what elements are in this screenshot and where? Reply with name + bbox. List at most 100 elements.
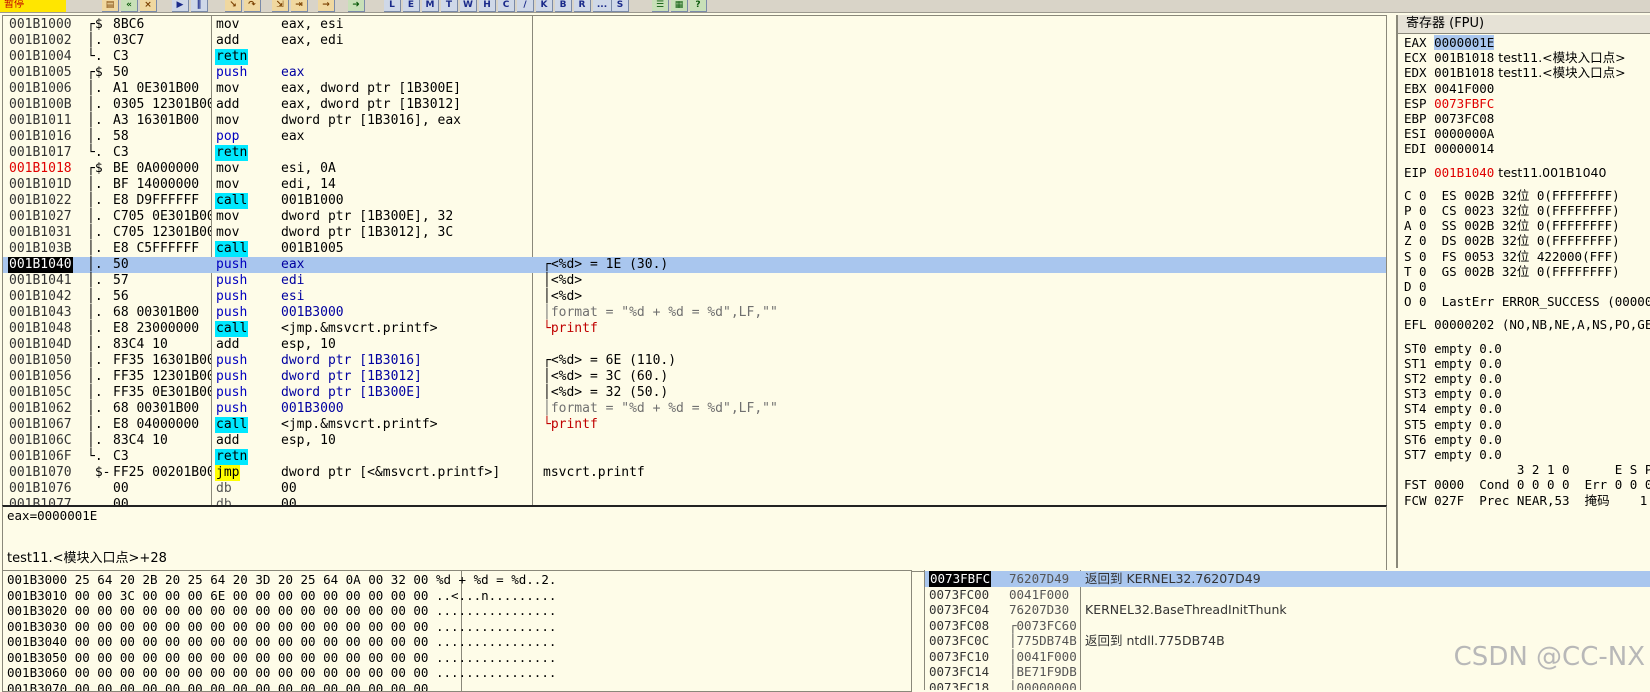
disasm-row[interactable]: 001B1000┌$8BC6moveax, esi: [3, 17, 1386, 33]
register-line[interactable]: A 0 SS 002B 32位 0(FFFFFFFF): [1404, 218, 1620, 234]
disasm-row[interactable]: 001B1070 $-FF25 00201B00jmpdword ptr [<&…: [3, 465, 1386, 481]
view-button-0[interactable]: L: [384, 0, 401, 12]
execute-till-return-icon[interactable]: →: [318, 0, 335, 12]
disasm-row[interactable]: 001B1042│.56pushesi│<%d>: [3, 289, 1386, 305]
view-button-12[interactable]: S: [612, 0, 629, 12]
disasm-row[interactable]: 001B1004└.C3retn: [3, 49, 1386, 65]
register-line[interactable]: ST2 empty 0.0: [1404, 371, 1502, 387]
view-button-6[interactable]: C: [498, 0, 515, 12]
dump-row[interactable]: 001B3020 00 00 00 00 00 00 00 00 00 00 0…: [7, 603, 556, 619]
disasm-row[interactable]: 001B1048│.E8 23000000call<jmp.&msvcrt.pr…: [3, 321, 1386, 337]
view-button-7[interactable]: /: [517, 0, 534, 12]
disasm-row[interactable]: 001B100B│.0305 12301B00addeax, dword ptr…: [3, 97, 1386, 113]
dump-row[interactable]: 001B3000 25 64 20 2B 20 25 64 20 3D 20 2…: [7, 572, 556, 588]
close-icon[interactable]: ×: [140, 0, 157, 12]
disasm-row[interactable]: 001B103B│.E8 C5FFFFFFcall001B1005: [3, 241, 1386, 257]
disasm-row[interactable]: 001B105C│.FF35 0E301B00pushdword ptr [1B…: [3, 385, 1386, 401]
list-icon[interactable]: ☰: [652, 0, 669, 12]
stack-row[interactable]: 0073FC000041F000: [925, 587, 1650, 603]
goto-icon[interactable]: ➜: [348, 0, 365, 12]
dump-row[interactable]: 001B3050 00 00 00 00 00 00 00 00 00 00 0…: [7, 650, 556, 666]
step-into-icon[interactable]: ↘: [225, 0, 242, 12]
register-line[interactable]: ST4 empty 0.0: [1404, 401, 1502, 417]
disasm-row[interactable]: 001B107600db00: [3, 481, 1386, 497]
disasm-row[interactable]: 001B1016│.58popeax: [3, 129, 1386, 145]
register-line[interactable]: D 0: [1404, 279, 1427, 295]
registers-pane[interactable]: 寄存器 (FPU) EAX 0000001EECX 001B1018 test1…: [1396, 15, 1650, 568]
disasm-row[interactable]: 001B1056│.FF35 12301B00pushdword ptr [1B…: [3, 369, 1386, 385]
register-line[interactable]: P 0 CS 0023 32位 0(FFFFFFFF): [1404, 203, 1620, 219]
disasm-row[interactable]: 001B1027│.C705 0E301B00movdword ptr [1B3…: [3, 209, 1386, 225]
register-line[interactable]: EDX 001B1018 test11.<模块入口点>: [1404, 65, 1626, 81]
register-line[interactable]: FST 0000 Cond 0 0 0 0 Err 0 0 0 0 0 0 0 …: [1404, 477, 1650, 493]
run-icon[interactable]: ▶: [172, 0, 189, 12]
dump-row[interactable]: 001B3030 00 00 00 00 00 00 00 00 00 00 0…: [7, 619, 556, 635]
disassembly-pane[interactable]: 001B1000┌$8BC6moveax, esi001B1002│.03C7a…: [2, 15, 1387, 506]
disasm-row[interactable]: 001B101D│.BF 14000000movedi, 14: [3, 177, 1386, 193]
register-line[interactable]: ESP 0073FBFC: [1404, 96, 1494, 112]
register-line[interactable]: EBP 0073FC08: [1404, 111, 1494, 127]
disasm-row[interactable]: 001B1040│.50pusheax┌<%d> = 1E (30.): [3, 257, 1386, 273]
view-button-11[interactable]: ...: [593, 0, 612, 12]
register-line[interactable]: EDI 00000014: [1404, 141, 1494, 157]
restart-icon[interactable]: «: [121, 0, 138, 12]
stack-row[interactable]: 0073FC18│00000000: [925, 680, 1650, 691]
register-line[interactable]: EAX 0000001E: [1404, 35, 1494, 51]
view-button-4[interactable]: W: [460, 0, 477, 12]
pause-icon[interactable]: ∥: [191, 0, 208, 12]
register-line[interactable]: ST6 empty 0.0: [1404, 432, 1502, 448]
stack-row[interactable]: 0073FC08┌0073FC60: [925, 618, 1650, 634]
disasm-row[interactable]: 001B106C│.83C4 10addesp, 10: [3, 433, 1386, 449]
disasm-row[interactable]: 001B1002│.03C7addeax, edi: [3, 33, 1386, 49]
disasm-row[interactable]: 001B104D│.83C4 10addesp, 10: [3, 337, 1386, 353]
register-line[interactable]: ST7 empty 0.0: [1404, 447, 1502, 463]
register-line[interactable]: 3 2 1 0 E S P U O Z D I: [1404, 462, 1650, 478]
disasm-row[interactable]: 001B1022│.E8 D9FFFFFFcall001B1000: [3, 193, 1386, 209]
disasm-row[interactable]: 001B1062│.68 00301B00push001B3000│format…: [3, 401, 1386, 417]
view-button-1[interactable]: E: [403, 0, 420, 12]
stack-row[interactable]: 0073FBFC76207D49返回到 KERNEL32.76207D49: [925, 571, 1650, 587]
open-icon[interactable]: ▤: [102, 0, 119, 12]
disasm-row[interactable]: 001B1043│.68 00301B00push001B3000│format…: [3, 305, 1386, 321]
grid-icon[interactable]: ▦: [671, 0, 688, 12]
disasm-row[interactable]: 001B1018┌$BE 0A000000movesi, 0A: [3, 161, 1386, 177]
register-line[interactable]: EBX 0041F000: [1404, 81, 1494, 97]
register-line[interactable]: ST5 empty 0.0: [1404, 417, 1502, 433]
dump-row[interactable]: 001B3010 00 00 3C 00 00 00 6E 00 00 00 0…: [7, 588, 556, 604]
register-line[interactable]: ECX 001B1018 test11.<模块入口点>: [1404, 50, 1626, 66]
register-line[interactable]: EIP 001B1040 test11.001B1040: [1404, 165, 1606, 181]
register-line[interactable]: Z 0 DS 002B 32位 0(FFFFFFFF): [1404, 233, 1620, 249]
disasm-row[interactable]: 001B1031│.C705 12301B00movdword ptr [1B3…: [3, 225, 1386, 241]
register-line[interactable]: C 0 ES 002B 32位 0(FFFFFFFF): [1404, 188, 1620, 204]
disasm-row[interactable]: 001B1041│.57pushedi│<%d>: [3, 273, 1386, 289]
disasm-row[interactable]: 001B1006│.A1 0E301B00moveax, dword ptr […: [3, 81, 1386, 97]
view-button-3[interactable]: T: [441, 0, 458, 12]
disasm-row[interactable]: 001B106F└.C3retn: [3, 449, 1386, 465]
disasm-row[interactable]: 001B1067│.E8 04000000call<jmp.&msvcrt.pr…: [3, 417, 1386, 433]
help-icon[interactable]: ?: [690, 0, 707, 12]
dump-row[interactable]: 001B3070 00 00 00 00 00 00 00 00 00 00 0…: [7, 681, 556, 692]
memory-dump-pane[interactable]: 001B3000 25 64 20 2B 20 25 64 20 3D 20 2…: [2, 570, 912, 692]
view-button-9[interactable]: B: [555, 0, 572, 12]
trace-into-icon[interactable]: ⇲: [272, 0, 289, 12]
view-button-10[interactable]: R: [574, 0, 591, 12]
register-line[interactable]: ST1 empty 0.0: [1404, 356, 1502, 372]
view-button-8[interactable]: K: [536, 0, 553, 12]
trace-over-icon[interactable]: ⇥: [291, 0, 308, 12]
register-line[interactable]: S 0 FS 0053 32位 422000(FFF): [1404, 249, 1620, 265]
disasm-row[interactable]: 001B1011│.A3 16301B00movdword ptr [1B301…: [3, 113, 1386, 129]
register-line[interactable]: FCW 027F Prec NEAR,53 掩码 1 1 1 1 1 1: [1404, 493, 1650, 509]
register-line[interactable]: T 0 GS 002B 32位 0(FFFFFFFF): [1404, 264, 1620, 280]
dump-row[interactable]: 001B3060 00 00 00 00 00 00 00 00 00 00 0…: [7, 665, 556, 681]
view-button-2[interactable]: M: [422, 0, 439, 12]
view-button-5[interactable]: H: [479, 0, 496, 12]
disasm-row[interactable]: 001B1050│.FF35 16301B00pushdword ptr [1B…: [3, 353, 1386, 369]
register-line[interactable]: ST0 empty 0.0: [1404, 341, 1502, 357]
register-line[interactable]: O 0 LastErr ERROR_SUCCESS (00000000): [1404, 294, 1650, 310]
register-line[interactable]: ESI 0000000A: [1404, 126, 1494, 142]
disasm-row[interactable]: 001B1005┌$50pusheax: [3, 65, 1386, 81]
disasm-row[interactable]: 001B1017└.C3retn: [3, 145, 1386, 161]
register-line[interactable]: EFL 00000202 (NO,NB,NE,A,NS,PO,GE,G): [1404, 317, 1650, 333]
stack-pane[interactable]: 0073FBFC76207D49返回到 KERNEL32.76207D49007…: [924, 570, 1650, 690]
dump-row[interactable]: 001B3040 00 00 00 00 00 00 00 00 00 00 0…: [7, 634, 556, 650]
